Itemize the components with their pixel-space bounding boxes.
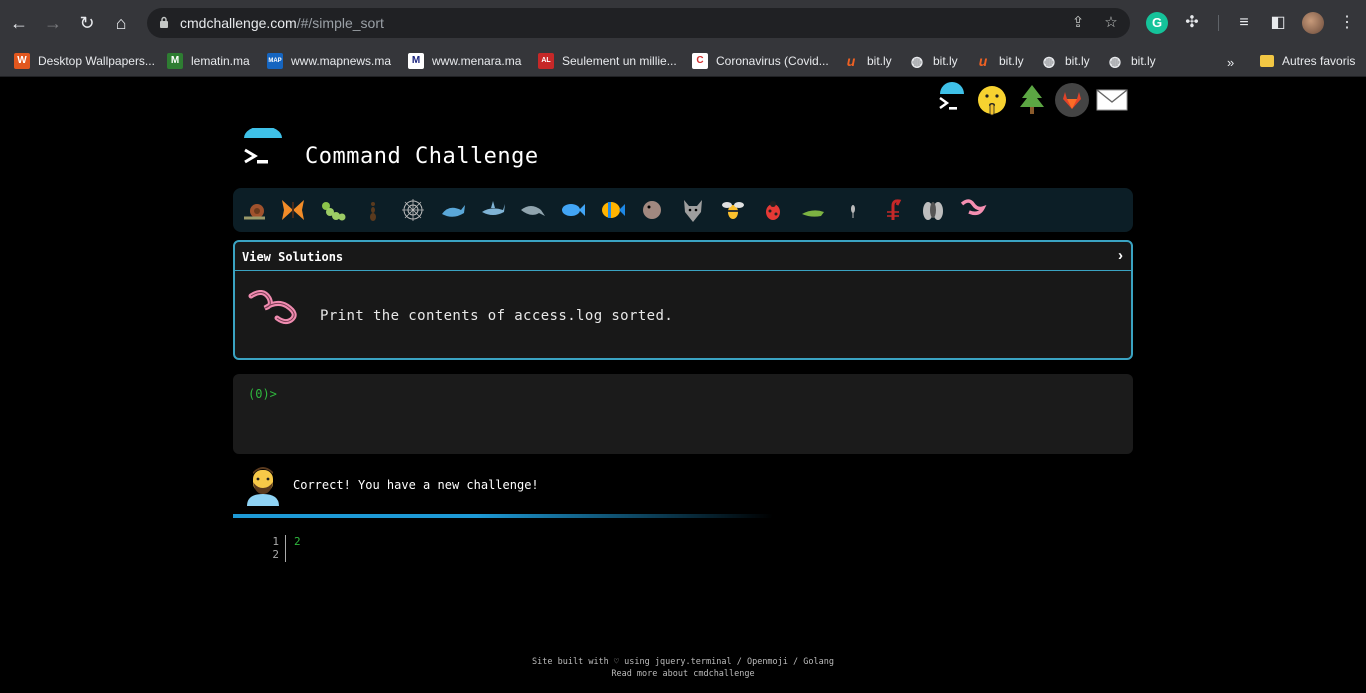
bookmark-favicon: AL (538, 53, 554, 69)
bookmark-star-icon[interactable]: ☆ (1102, 14, 1120, 32)
globe-icon: ◍ (910, 53, 924, 69)
line-number-gutter: 1 2 (258, 535, 286, 562)
bookmark-item[interactable]: u bit.ly (975, 51, 1024, 71)
cricket-icon[interactable] (799, 196, 827, 224)
bearded-man-avatar-icon (247, 467, 279, 506)
command-output: 1 2 2 (258, 534, 558, 564)
gitlab-icon[interactable] (1054, 82, 1090, 118)
feedback-text: Correct! You have a new challenge! (293, 478, 539, 492)
reload-icon[interactable]: ↻ (75, 11, 99, 35)
ant-icon[interactable] (359, 196, 387, 224)
bookmark-favicon: u (978, 53, 988, 69)
worm-icon[interactable] (959, 196, 987, 224)
chevron-right-icon: › (1118, 247, 1123, 264)
line-number: 1 (272, 535, 279, 548)
bookmark-item[interactable]: AL Seulement un millie... (538, 51, 677, 71)
dolphin-icon[interactable] (519, 196, 547, 224)
bookmark-item[interactable]: Mlematin.ma (167, 51, 250, 71)
evergreen-tree-icon[interactable] (1014, 82, 1050, 118)
forward-icon[interactable]: → (41, 11, 65, 35)
globe-icon: ◍ (1042, 53, 1056, 69)
site-footer: Site built with ♡ using jquery.terminal … (0, 656, 1366, 680)
fish-icon[interactable] (559, 196, 587, 224)
progress-bar (233, 514, 773, 518)
bookmark-favicon: M (167, 53, 183, 69)
address-bar[interactable]: cmdchallenge.com/#/simple_sort ⇪ ☆ (147, 8, 1130, 38)
browser-toolbar: ← → ↻ ⌂ cmdchallenge.com/#/simple_sort ⇪… (0, 0, 1366, 46)
folder-icon (1260, 55, 1274, 67)
toolbar-divider (1218, 15, 1219, 31)
footer-credits: Site built with ♡ using jquery.terminal … (532, 657, 834, 667)
home-icon[interactable]: ⌂ (109, 11, 133, 35)
whale-icon[interactable] (439, 196, 467, 224)
feedback-message: Correct! You have a new challenge! (233, 464, 1133, 508)
shushing-face-icon[interactable] (974, 82, 1010, 118)
wolf-icon[interactable] (679, 196, 707, 224)
bee-icon[interactable] (719, 196, 747, 224)
bookmarks-bar: W Desktop Wallpapers... Mlematin.ma MAP ww… (0, 46, 1366, 77)
bookmark-favicon: M (408, 53, 424, 69)
read-more-link[interactable]: Read more about cmdchallenge (0, 668, 1366, 680)
command-challenge-logo-icon[interactable] (240, 128, 286, 174)
bookmark-favicon: C (692, 53, 708, 69)
site-header: Command Challenge (240, 128, 640, 178)
view-solutions-toggle[interactable]: View Solutions › (235, 242, 1131, 271)
bookmark-item[interactable]: C Coronavirus (Covid... (692, 51, 829, 71)
url-text: cmdchallenge.com/#/simple_sort (180, 15, 384, 31)
view-solutions-label: View Solutions (242, 250, 344, 264)
bookmark-favicon: W (14, 53, 30, 69)
mail-envelope-icon[interactable] (1094, 82, 1130, 118)
blowfish-icon[interactable] (639, 196, 667, 224)
more-bookmarks-chevron-icon[interactable]: » (1227, 55, 1234, 70)
chrome-menu-icon[interactable]: ⋮ (1336, 12, 1358, 34)
bookmark-item[interactable]: ◍ bit.ly (1107, 51, 1156, 71)
extensions-puzzle-icon[interactable]: ✣ (1181, 12, 1203, 34)
bookmark-item[interactable]: W Desktop Wallpapers... (14, 51, 155, 71)
page-content: Command Challenge View Solutions › Print… (0, 78, 1366, 693)
terminal-input[interactable]: (0)> (233, 374, 1133, 454)
globe-icon: ◍ (1108, 53, 1122, 69)
back-icon[interactable]: ← (7, 11, 31, 35)
side-panel-icon[interactable]: ◧ (1267, 12, 1289, 34)
caterpillar-icon[interactable] (319, 196, 347, 224)
challenge-level-strip (233, 188, 1133, 232)
fly-icon[interactable] (919, 196, 947, 224)
spider-web-icon[interactable] (399, 196, 427, 224)
ladybug-icon[interactable] (759, 196, 787, 224)
bookmark-favicon: u (846, 53, 856, 69)
grammarly-extension-icon[interactable]: G (1146, 12, 1168, 34)
profile-avatar-icon[interactable] (1302, 12, 1324, 34)
snail-icon[interactable] (241, 196, 269, 224)
butterfly-icon[interactable] (279, 196, 307, 224)
bookmark-favicon: MAP (267, 53, 283, 69)
terminal-prompt: (0)> (248, 387, 277, 401)
bookmark-item[interactable]: u bit.ly (843, 51, 892, 71)
other-bookmarks-folder[interactable]: Autres favoris (1260, 51, 1355, 71)
line-number: 2 (272, 548, 279, 561)
bookmark-item[interactable]: MAP www.mapnews.ma (267, 51, 391, 71)
lock-icon (160, 16, 168, 28)
mosquito-icon[interactable] (839, 196, 867, 224)
tropical-fish-icon[interactable] (599, 196, 627, 224)
scorpion-icon[interactable] (879, 196, 907, 224)
bookmark-item[interactable]: Mwww.menara.ma (408, 51, 521, 71)
terminal-logo-icon[interactable] (934, 82, 970, 118)
current-challenge-panel: View Solutions › Print the contents of a… (233, 240, 1133, 360)
page-title: Command Challenge (305, 144, 539, 169)
shark-icon[interactable] (479, 196, 507, 224)
media-control-icon[interactable]: ≡ (1233, 12, 1255, 34)
output-text: 2 (294, 535, 301, 548)
bookmark-item[interactable]: ◍ bit.ly (1041, 51, 1090, 71)
bookmark-item[interactable]: ◍ bit.ly (909, 51, 958, 71)
challenge-description: Print the contents of access.log sorted. (320, 308, 674, 324)
share-icon[interactable]: ⇪ (1069, 14, 1087, 32)
worm-icon (248, 290, 297, 325)
